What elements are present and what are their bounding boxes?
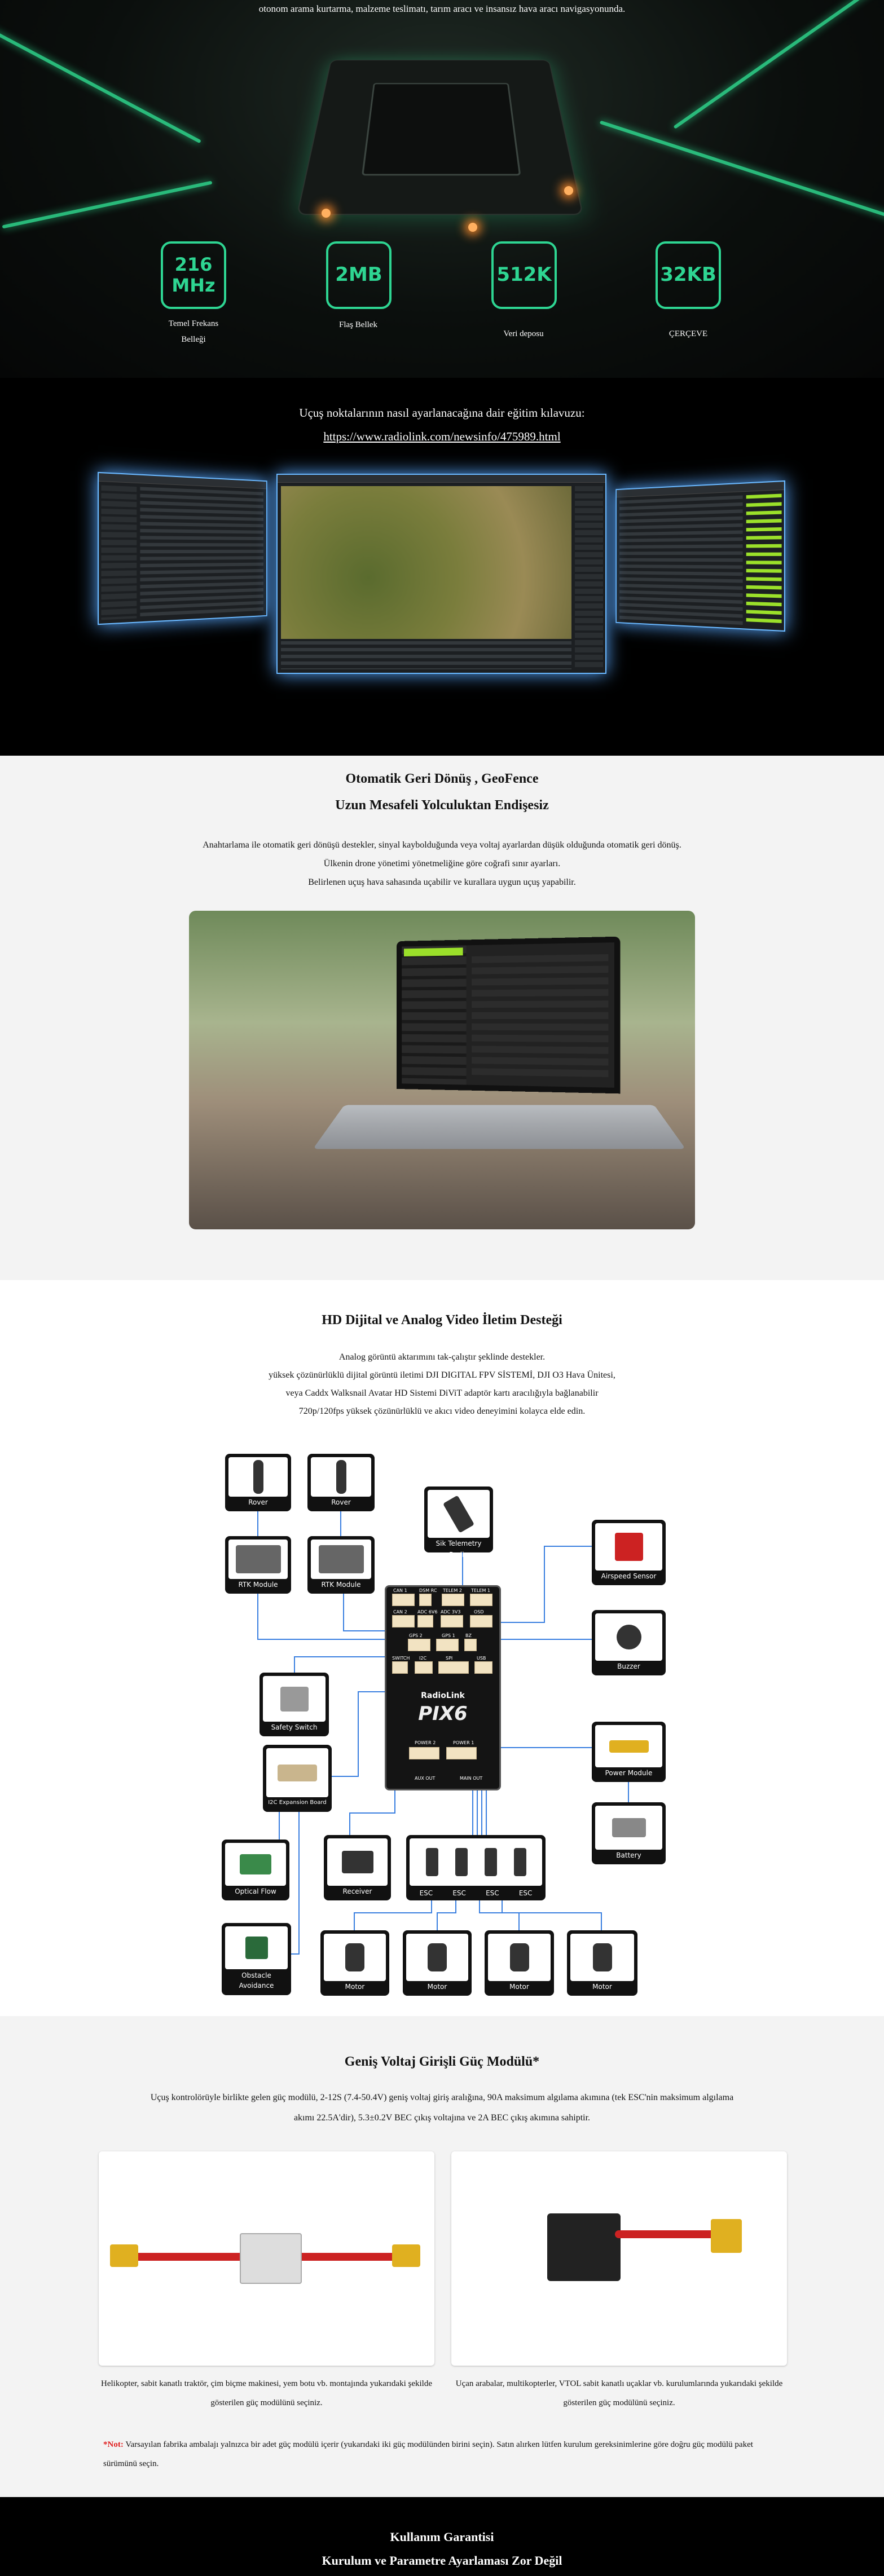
board-name: PIX6 (418, 1702, 468, 1725)
diagram-node-rtk-module: RTK Module (307, 1536, 375, 1594)
diagram-node-battery: Battery (592, 1802, 666, 1864)
diagram-node-motor: Motor (403, 1930, 472, 1996)
guarantee-title: Kullanım Garantisi (390, 2530, 494, 2544)
diagram-node-rtk-module: RTK Module (225, 1536, 291, 1594)
power-module-card-right (451, 2151, 787, 2366)
power-paragraph: akımı 22.5A'dir), 5.3±0.2V BEC çıkış vol… (293, 2113, 591, 2123)
power-title: Geniş Voltaj Girişli Güç Modülü* (344, 2054, 540, 2069)
diagram-node-optical-flow: Optical Flow (222, 1840, 289, 1900)
diagram-node-rover: Rover (225, 1454, 291, 1511)
power-note: *Not: Varsayılan fabrika ambalajı yalnız… (103, 2440, 753, 2468)
diagram-node-motor: Motor (567, 1930, 637, 1996)
diagram-node-rover: Rover (307, 1454, 375, 1511)
esc-label: ESC (486, 1889, 499, 1897)
diagram-node-obstacle-avoidance: Obstacle Avoidance (222, 1923, 291, 1995)
diagram-node-motor: Motor (320, 1930, 389, 1996)
guarantee-subtitle: Kurulum ve Parametre Ayarlaması Zor Deği… (322, 2553, 562, 2568)
note-label: *Not: (103, 2440, 124, 2449)
power-caption-right: Uçan arabalar, multikopterler, VTOL sabi… (455, 2379, 783, 2407)
diagram-node-i2c-board: I2C Expansion Board (263, 1745, 332, 1812)
diagram-node-motor: Motor (485, 1930, 554, 1996)
power-module-card-left (99, 2151, 434, 2366)
diagram-node-receiver: Receiver (324, 1835, 391, 1900)
power-paragraph: Uçuş kontrolörüyle birlikte gelen güç mo… (150, 2093, 734, 2102)
board-brand: RadioLink (421, 1691, 465, 1700)
diagram-node-airspeed-sensor: Airspeed Sensor (592, 1520, 666, 1585)
power-caption-left: Helikopter, sabit kanatlı traktör, çim b… (101, 2379, 432, 2407)
usage-guarantee-section: Kullanım Garantisi Kurulum ve Parametre … (0, 2497, 884, 2576)
pix6-flight-controller: CAN 1 DSM RC TELEM 2 TELEM 1 CAN 2 ADC 6V6 AD… (385, 1585, 501, 1790)
diagram-node-safety-switch: Safety Switch (260, 1673, 329, 1736)
esc-label: ESC (452, 1889, 466, 1897)
diagram-node-power-module: Power Module (592, 1722, 666, 1782)
diagram-node-telemetry-radio: Sik Telemetry Radio (424, 1487, 493, 1559)
esc-label: ESC (518, 1889, 533, 1897)
esc-label: ESC (419, 1889, 433, 1897)
diagram-node-esc-group: ESC ESC ESC ESC (406, 1835, 546, 1900)
diagram-node-buzzer: Buzzer (592, 1610, 666, 1675)
